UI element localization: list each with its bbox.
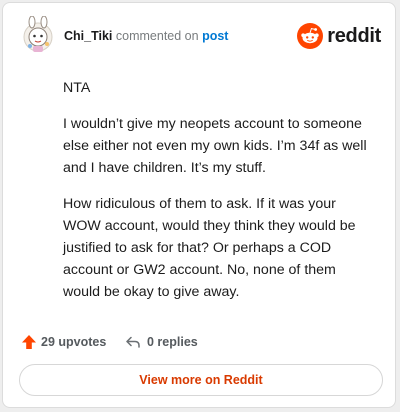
comment-paragraph: How ridiculous of them to ask. If it was… bbox=[63, 196, 356, 300]
reply-arrow-icon bbox=[126, 336, 140, 348]
reddit-logo-icon bbox=[297, 23, 323, 49]
view-more-button[interactable]: View more on Reddit bbox=[19, 364, 383, 396]
author-name[interactable]: Chi_Tiki bbox=[64, 29, 112, 43]
action-text: commented on bbox=[115, 29, 199, 43]
comment-embed-card: Chi_Tiki commented on post reddit NTA I … bbox=[2, 2, 396, 408]
replies-count: 0 replies bbox=[147, 335, 198, 349]
post-link[interactable]: post bbox=[202, 29, 228, 43]
avatar[interactable] bbox=[21, 16, 55, 54]
upvote-button[interactable]: 29 upvotes bbox=[21, 331, 106, 353]
comment-paragraph: NTA bbox=[63, 80, 91, 96]
replies-button[interactable]: 0 replies bbox=[125, 331, 198, 353]
upvote-arrow-icon bbox=[22, 335, 36, 349]
comment-byline: Chi_Tiki commented on post bbox=[64, 28, 228, 44]
upvote-count: 29 upvotes bbox=[41, 335, 107, 349]
comment-footer: 29 upvotes 0 replies bbox=[21, 331, 377, 353]
reddit-wordmark: reddit bbox=[327, 25, 381, 47]
comment-paragraph: I wouldn’t give my neopets account to so… bbox=[63, 116, 367, 176]
comment-body: NTA I wouldn’t give my neopets account t… bbox=[63, 77, 373, 317]
comment-header: Chi_Tiki commented on post reddit bbox=[21, 16, 381, 56]
reddit-brand[interactable]: reddit bbox=[295, 23, 381, 49]
